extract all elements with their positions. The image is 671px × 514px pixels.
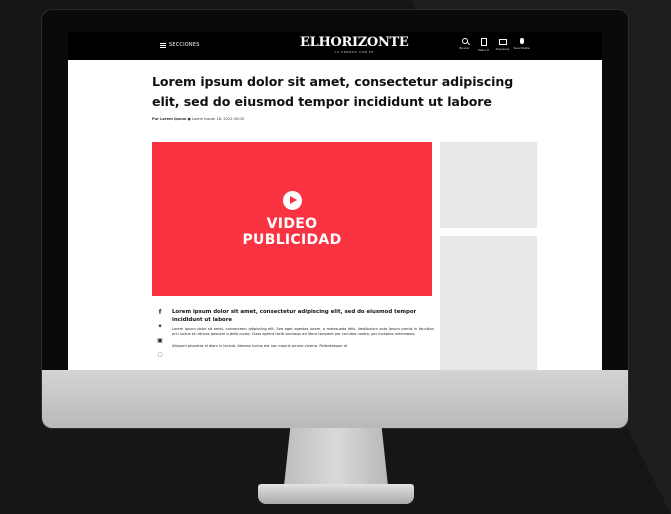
play-icon[interactable] <box>282 190 302 210</box>
monitor-stand-neck <box>284 428 388 486</box>
browser-screen: SECCIONES ELHORIZONTE LA VERDAD CON FE B… <box>68 32 602 372</box>
video-ad[interactable]: VIDEO PUBLICIDAD <box>152 142 432 296</box>
site-logo[interactable]: ELHORIZONTE LA VERDAD CON FE <box>300 35 409 55</box>
print-button[interactable]: Impresos <box>496 38 509 52</box>
microphone-icon <box>519 38 524 44</box>
search-icon <box>461 38 468 44</box>
twitter-icon[interactable]: ✦ <box>156 323 164 337</box>
subscribe-button[interactable]: Suscribete <box>513 38 530 52</box>
whatsapp-icon[interactable]: ◌ <box>156 351 164 365</box>
sections-label: SECCIONES <box>169 42 200 48</box>
site-header: SECCIONES ELHORIZONTE LA VERDAD CON FE B… <box>68 32 602 60</box>
byline: Por Lorem Ipsum ● Lorem Ipsum 18, 2022 0… <box>152 117 542 121</box>
article-headline: Lorem ipsum dolor sit amet, consectetur … <box>152 74 514 109</box>
print-icon <box>498 39 507 45</box>
video-ad-line1: VIDEO <box>266 215 318 232</box>
article-paragraph-2: Aliquam pharetra id diam in lacinia. Aen… <box>172 344 347 349</box>
newspaper-label: Plano E <box>477 48 490 52</box>
byline-date: Lorem Ipsum 18, 2022 00:00 <box>191 117 244 121</box>
print-label: Impresos <box>495 47 510 51</box>
search-label: Buscar <box>459 46 470 50</box>
article-lead: Lorem ipsum dolor sit amet, consectetur … <box>172 309 417 323</box>
sidebar-ad-bottom[interactable] <box>440 236 537 372</box>
sections-menu-button[interactable]: SECCIONES <box>160 42 200 48</box>
monitor-chin <box>42 370 628 428</box>
article-paragraph: Lorem ipsum dolor sit amet, consectetur … <box>172 327 434 337</box>
logo-tagline: LA VERDAD CON FE <box>334 50 374 54</box>
logo-text: ELHORIZONTE <box>300 35 409 50</box>
article-header: Lorem ipsum dolor sit amet, consectetur … <box>152 72 542 121</box>
newspaper-button[interactable]: Plano E <box>477 38 490 52</box>
monitor: SECCIONES ELHORIZONTE LA VERDAD CON FE B… <box>42 10 628 428</box>
linkedin-icon[interactable]: ▣ <box>156 337 164 351</box>
search-button[interactable]: Buscar <box>458 38 471 52</box>
byline-author[interactable]: Por Lorem Ipsum <box>152 117 186 121</box>
facebook-icon[interactable]: f <box>156 309 164 323</box>
hamburger-icon <box>160 42 166 48</box>
share-bar: f ✦ ▣ ◌ <box>156 309 164 365</box>
sidebar-ad-top[interactable] <box>440 142 537 228</box>
newspaper-icon <box>480 38 487 46</box>
header-actions: Buscar Plano E Impresos Suscribete <box>458 38 530 52</box>
video-ad-line2: PUBLICIDAD <box>242 231 342 248</box>
monitor-stand-base <box>258 484 414 504</box>
subscribe-label: Suscribete <box>513 46 530 50</box>
article-body: Lorem ipsum dolor sit amet, consectetur … <box>172 308 434 350</box>
